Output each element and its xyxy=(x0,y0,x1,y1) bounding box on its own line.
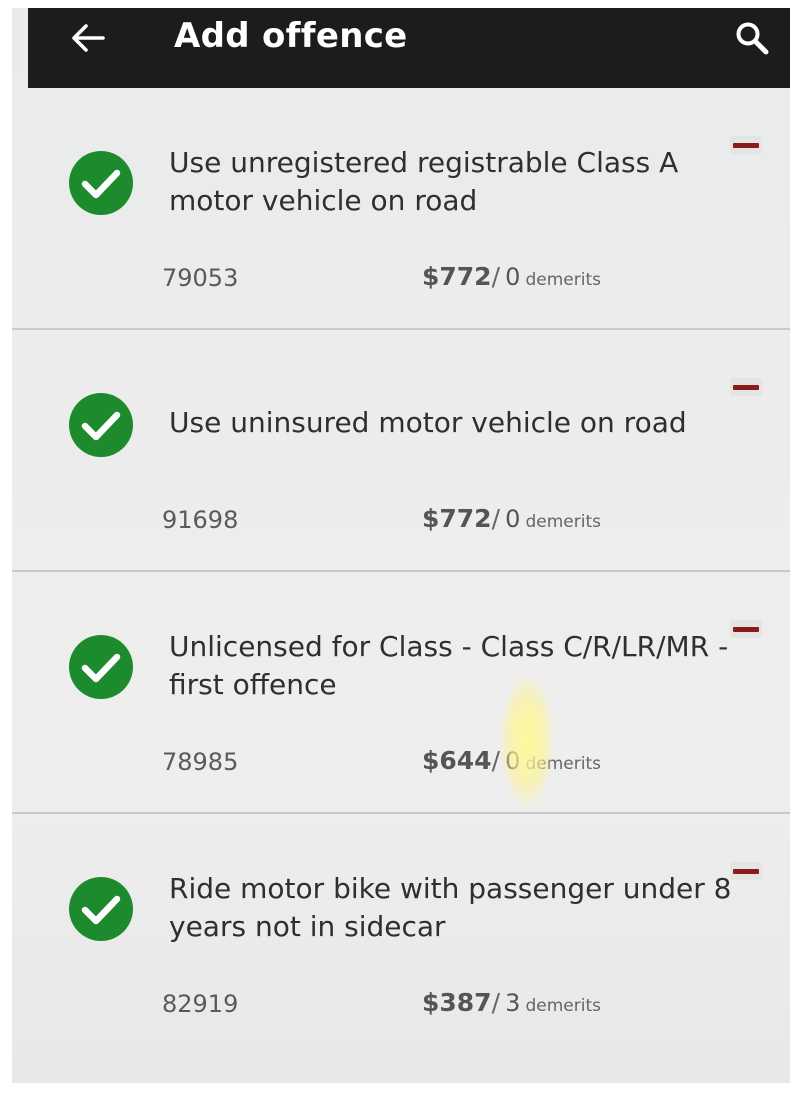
offence-item[interactable]: Ride motor bike with passenger under 8 y… xyxy=(12,812,790,1054)
phone-screen: Add offence Use unregistered registrable… xyxy=(12,8,790,1083)
demerits-label: demerits xyxy=(525,754,602,774)
offence-title: Ride motor bike with passenger under 8 y… xyxy=(169,872,732,943)
offence-fee: $387/ 3 demerits xyxy=(422,988,601,1017)
fee-separator: / xyxy=(491,988,501,1017)
app-bar: Add offence xyxy=(28,8,790,88)
demerits-label: demerits xyxy=(525,512,602,532)
offence-item[interactable]: Unlicensed for Class - Class C/R/LR/MR -… xyxy=(12,570,790,812)
check-circle-icon xyxy=(69,877,133,941)
page-title: Add offence xyxy=(174,16,408,56)
fee-separator: / xyxy=(491,746,501,775)
demerit-points: 3 xyxy=(505,989,521,1017)
demerit-points: 0 xyxy=(505,263,521,291)
fee-separator: / xyxy=(491,504,501,533)
offence-list: Use unregistered registrable Class A mot… xyxy=(12,88,790,1054)
check-circle-icon xyxy=(69,635,133,699)
minus-icon xyxy=(733,868,759,874)
offence-code: 79053 xyxy=(162,264,239,292)
search-button[interactable] xyxy=(730,16,774,60)
offence-fee: $772/ 0 demerits xyxy=(422,504,601,533)
remove-offence-button[interactable] xyxy=(730,136,762,154)
offence-fee: $772/ 0 demerits xyxy=(422,262,601,291)
fee-amount: $772 xyxy=(422,262,492,291)
search-icon xyxy=(736,22,769,55)
offence-fee: $644/ 0 demerits xyxy=(422,746,601,775)
fee-amount: $387 xyxy=(422,988,492,1017)
remove-offence-button[interactable] xyxy=(730,378,762,396)
fee-amount: $644 xyxy=(422,746,492,775)
demerit-points: 0 xyxy=(505,505,521,533)
remove-offence-button[interactable] xyxy=(730,862,762,880)
fee-separator: / xyxy=(491,262,501,291)
minus-icon xyxy=(733,626,759,632)
remove-offence-button[interactable] xyxy=(730,620,762,638)
minus-icon xyxy=(733,384,759,390)
offence-title: Unlicensed for Class - Class C/R/LR/MR -… xyxy=(169,630,729,701)
offence-title: Use uninsured motor vehicle on road xyxy=(169,406,687,439)
offence-item[interactable]: Use uninsured motor vehicle on road 9169… xyxy=(12,328,790,570)
offence-code: 78985 xyxy=(162,748,239,776)
arrow-left-icon xyxy=(72,24,105,52)
check-circle-icon xyxy=(69,393,133,457)
demerits-label: demerits xyxy=(525,996,602,1016)
offence-code: 82919 xyxy=(162,990,239,1018)
demerits-label: demerits xyxy=(525,270,602,290)
offence-code: 91698 xyxy=(162,506,239,534)
fee-amount: $772 xyxy=(422,504,492,533)
offence-title: Use unregistered registrable Class A mot… xyxy=(169,146,679,217)
minus-icon xyxy=(733,142,759,148)
check-circle-icon xyxy=(69,151,133,215)
demerit-points: 0 xyxy=(505,747,521,775)
back-button[interactable] xyxy=(66,16,110,60)
offence-item[interactable]: Use unregistered registrable Class A mot… xyxy=(12,88,790,328)
